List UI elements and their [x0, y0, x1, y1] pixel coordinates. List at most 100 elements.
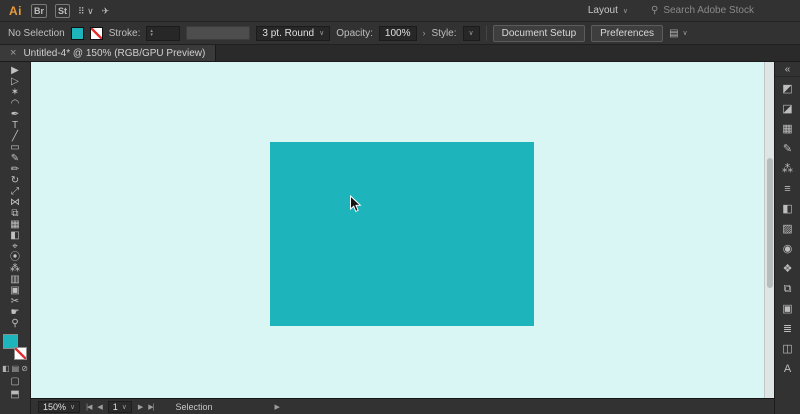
search-input[interactable]	[663, 5, 776, 16]
app-icon-group: Br St ⠿ ∨ ✈	[31, 3, 110, 18]
document-setup-button[interactable]: Document Setup	[492, 24, 586, 42]
selection-tool-icon[interactable]: ▶	[0, 65, 30, 76]
zoom-level-dropdown[interactable]: 150% ∨	[38, 400, 81, 413]
type-tool-icon[interactable]: T	[0, 120, 30, 131]
illustrator-logo[interactable]: Ai	[9, 4, 22, 18]
first-artboard-button[interactable]: |◀	[86, 403, 92, 411]
paintbrush-tool-icon[interactable]: ✎	[0, 153, 30, 164]
brush-definition-dropdown[interactable]: 3 pt. Round ∨	[256, 25, 331, 41]
control-bar: No Selection Stroke: ▴ ▾ 3 pt. Round ∨ Op…	[0, 22, 800, 45]
lasso-tool-icon[interactable]: ◠	[0, 98, 30, 109]
artboard-number-field[interactable]: 1 ∨	[107, 400, 132, 413]
panel-symbols-icon[interactable]: ⁂	[775, 159, 800, 179]
mesh-tool-icon[interactable]: ▦	[0, 219, 30, 230]
last-artboard-button[interactable]: ▶|	[148, 403, 154, 411]
shape-builder-tool-icon[interactable]: ⧉	[0, 208, 30, 219]
panel-color-icon[interactable]: ◩	[775, 79, 800, 99]
panel-transparency-icon[interactable]: ▨	[775, 219, 800, 239]
chevron-down-icon: ∨	[682, 30, 688, 37]
workspace-body: ▶ ▷ ✶ ◠ ✒ T ╱ ▭ ✎ ✏ ↻ ⤢ ⋈ ⧉ ▦ ◧ ⌖ ⦿ ⁂ ▥ ▣ ✂ ☛ ⚲ ◧ ▤ ⊘ ▢ ⬒	[0, 62, 800, 414]
expand-panels-icon[interactable]: «	[775, 63, 800, 77]
mouse-cursor-icon	[350, 195, 362, 213]
zoom-level-value: 150%	[43, 401, 67, 412]
panel-brushes-icon[interactable]: ✎	[775, 139, 800, 159]
artboard-tool-icon[interactable]: ▣	[0, 285, 30, 296]
chevron-down-icon: ∨	[622, 7, 628, 15]
fill-color-swatch[interactable]	[70, 26, 84, 40]
direct-selection-tool-icon[interactable]: ▷	[0, 76, 30, 87]
panel-type-icon[interactable]: A	[775, 359, 800, 379]
workspace-switcher[interactable]: Layout ∨	[588, 5, 628, 16]
style-dropdown[interactable]: ∨	[462, 25, 480, 41]
opacity-label: Opacity:	[336, 27, 373, 39]
line-segment-tool-icon[interactable]: ╱	[0, 131, 30, 142]
vertical-scrollbar-thumb[interactable]	[767, 158, 773, 288]
opacity-field[interactable]: 100%	[378, 25, 417, 41]
symbol-sprayer-tool-icon[interactable]: ⁂	[0, 263, 30, 274]
fill-stroke-indicator	[3, 334, 27, 360]
apps-grid-icon[interactable]: ⠿ ∨	[78, 5, 94, 17]
style-label: Style:	[431, 27, 457, 39]
panel-artboards-icon[interactable]: ▣	[775, 299, 800, 319]
tools-panel: ▶ ▷ ✶ ◠ ✒ T ╱ ▭ ✎ ✏ ↻ ⤢ ⋈ ⧉ ▦ ◧ ⌖ ⦿ ⁂ ▥ ▣ ✂ ☛ ⚲ ◧ ▤ ⊘ ▢ ⬒	[0, 62, 31, 414]
bridge-icon[interactable]: Br	[31, 3, 48, 18]
search-icon: ⚲	[651, 5, 659, 16]
panel-gradient-icon[interactable]: ◧	[775, 199, 800, 219]
stock-icon[interactable]: St	[55, 3, 71, 18]
pencil-tool-icon[interactable]: ✏	[0, 164, 30, 175]
stepper-arrows-icon[interactable]: ▴ ▾	[150, 29, 153, 38]
illustrator-window: Ai Br St ⠿ ∨ ✈ Layout ∨ ⚲ No Selection Stro…	[0, 0, 800, 414]
width-tool-icon[interactable]: ⋈	[0, 197, 30, 208]
panel-align-icon[interactable]: ≣	[775, 319, 800, 339]
align-panel-menu[interactable]: ▤ ∨	[669, 28, 688, 39]
vertical-scrollbar[interactable]	[764, 62, 774, 398]
status-menu-arrow-icon[interactable]: ▶	[275, 403, 280, 411]
opacity-panel-chevron-icon[interactable]: ›	[423, 28, 426, 38]
canvas-row	[31, 62, 774, 398]
previous-artboard-button[interactable]: ◀	[97, 403, 102, 411]
column-graph-tool-icon[interactable]: ▥	[0, 274, 30, 285]
application-bar: Ai Br St ⠿ ∨ ✈ Layout ∨ ⚲	[0, 0, 800, 22]
magic-wand-tool-icon[interactable]: ✶	[0, 87, 30, 98]
panel-pathfinder-icon[interactable]: ◫	[775, 339, 800, 359]
chevron-down-icon: ∨	[121, 403, 127, 411]
chevron-down-icon: ∨	[319, 30, 325, 37]
rectangle-tool-icon[interactable]: ▭	[0, 142, 30, 153]
panel-layers-icon[interactable]: ⧉	[775, 279, 800, 299]
preferences-button[interactable]: Preferences	[591, 24, 664, 42]
variable-width-profile-field	[186, 26, 251, 40]
panel-stroke-icon[interactable]: ≡	[775, 179, 800, 199]
eyedropper-tool-icon[interactable]: ⌖	[0, 241, 30, 252]
gradient-tool-icon[interactable]: ◧	[0, 230, 30, 241]
zoom-tool-icon[interactable]: ⚲	[0, 318, 30, 329]
draw-mode-icon[interactable]: ▢	[10, 375, 19, 388]
document-tab[interactable]: × Untitled-4* @ 150% (RGB/GPU Preview)	[0, 45, 217, 61]
canvas[interactable]	[31, 62, 764, 398]
stroke-color-swatch[interactable]	[89, 26, 103, 40]
share-icon[interactable]: ✈	[102, 5, 110, 17]
teal-rectangle[interactable]	[270, 142, 534, 326]
slice-tool-icon[interactable]: ✂	[0, 296, 30, 307]
panel-appearance-icon[interactable]: ◉	[775, 239, 800, 259]
gradient-mode-icon[interactable]: ▤	[12, 364, 20, 373]
screen-mode-icon[interactable]: ⬒	[10, 388, 19, 401]
none-mode-icon[interactable]: ⊘	[21, 364, 28, 373]
color-mode-icon[interactable]: ◧	[2, 364, 10, 373]
next-artboard-button[interactable]: ▶	[138, 403, 143, 411]
blend-tool-icon[interactable]: ⦿	[0, 252, 30, 263]
panel-graphic-styles-icon[interactable]: ❖	[775, 259, 800, 279]
pen-tool-icon[interactable]: ✒	[0, 109, 30, 120]
stroke-weight-stepper[interactable]: ▴ ▾	[146, 25, 181, 41]
adobe-stock-search[interactable]: ⚲	[651, 5, 791, 16]
workspace-label: Layout	[587, 5, 618, 16]
stroke-swatch[interactable]	[14, 347, 27, 360]
panel-swatches-icon[interactable]: ▦	[775, 119, 800, 139]
status-indicator[interactable]: Selection	[175, 402, 212, 412]
hand-tool-icon[interactable]: ☛	[0, 307, 30, 318]
scale-tool-icon[interactable]: ⤢	[0, 186, 30, 197]
brush-definition-value: 3 pt. Round	[262, 27, 315, 39]
panel-color-guide-icon[interactable]: ◪	[775, 99, 800, 119]
document-tab-bar: × Untitled-4* @ 150% (RGB/GPU Preview)	[0, 45, 800, 62]
rotate-tool-icon[interactable]: ↻	[0, 175, 30, 186]
close-icon[interactable]: ×	[10, 47, 16, 59]
